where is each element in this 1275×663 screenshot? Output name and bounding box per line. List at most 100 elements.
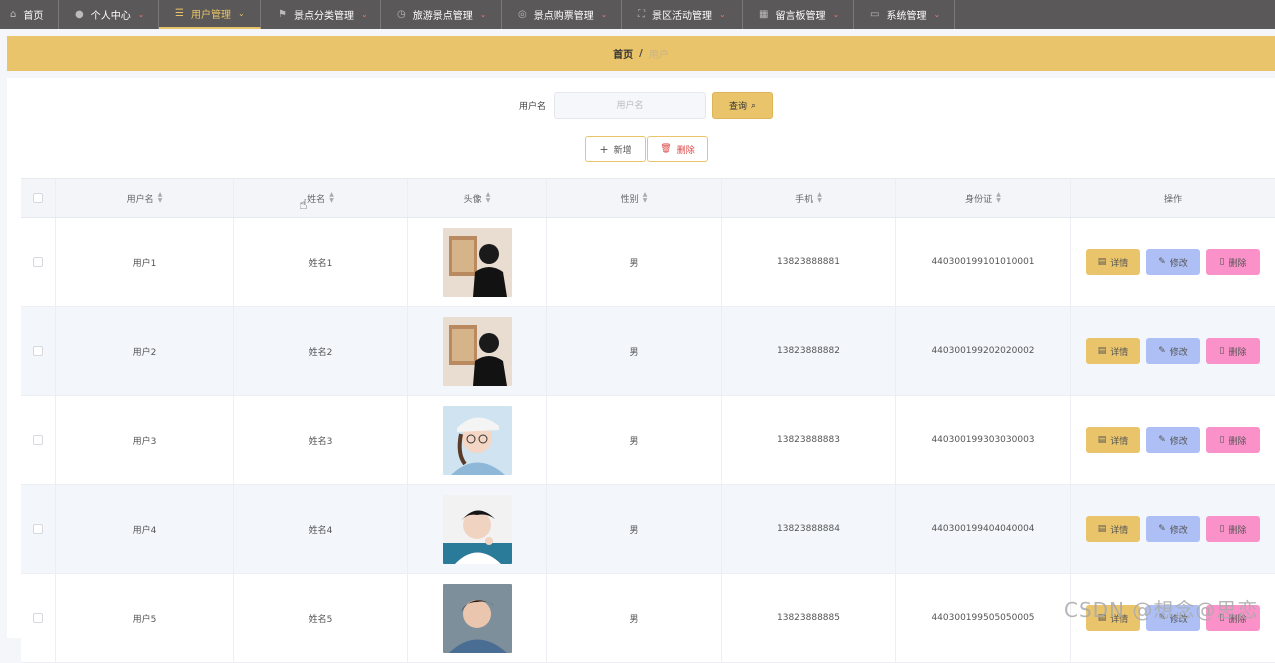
nav-item-activity-management[interactable]: ⛶ 景区活动管理 ⌄ (622, 0, 743, 29)
cell-text: 男 (629, 436, 639, 447)
cell-idcard: 440300199101010001 (896, 218, 1071, 306)
detail-label: 详情 (1110, 436, 1129, 447)
delete-button[interactable]: ▯ 删除 (1206, 516, 1260, 542)
nav-item-message-board[interactable]: ▦ 留言板管理 ⌄ (743, 0, 854, 29)
delete-label: 删除 (1228, 436, 1247, 447)
cell-text: 440300199303030003 (931, 435, 1035, 445)
cell-username: 用户5 (56, 574, 234, 662)
cell-text: 用户1 (132, 258, 157, 269)
row-checkbox[interactable] (33, 257, 43, 267)
cell-name: 姓名2 (234, 307, 408, 395)
nav-item-ticket-management[interactable]: ◎ 景点购票管理 ⌄ (502, 0, 622, 29)
table-row: 用户3 姓名3 男 13823888883 440300199303030003 ▤ 详情 ✎… (21, 396, 1275, 485)
edit-label: 修改 (1169, 258, 1188, 269)
table-header: 用户名 ▲ ▼ 姓名 ▲ ▼ 头像 ▲ ▼ 性别 ▲ ▼ 手机 ▲ ▼ 身份证 ▲ ▼ 操作 (21, 178, 1275, 218)
home-icon: ⌂ (10, 9, 17, 20)
row-checkbox[interactable] (33, 524, 43, 534)
breadcrumb-home[interactable]: 首页 (613, 46, 633, 61)
nav-item-home[interactable]: ⌂ 首页 (0, 0, 59, 29)
cell-text: 13823888882 (777, 346, 840, 356)
cell-text: 用户2 (132, 347, 157, 358)
sort-icon[interactable]: ▲ ▼ (996, 192, 1001, 204)
cell-phone: 13823888883 (722, 396, 896, 484)
sort-icon[interactable]: ▲ ▼ (817, 192, 822, 204)
cell-text: 用户5 (132, 614, 157, 625)
row-actions: ▤ 详情 ✎ 修改 ▯ 删除 (1086, 516, 1260, 542)
table-row: 用户4 姓名4 男 13823888884 440300199404040004 ▤ 详情 ✎… (21, 485, 1275, 574)
avatar (442, 316, 512, 386)
sort-icon[interactable]: ▲ ▼ (158, 192, 163, 204)
trash-icon: ▯ (1219, 346, 1225, 356)
delete-button[interactable]: ▯ 删除 (1206, 427, 1260, 453)
row-select-cell (21, 218, 56, 306)
row-checkbox[interactable] (33, 435, 43, 445)
nav-item-tourist-spots[interactable]: ◷ 旅游景点管理 ⌄ (381, 0, 502, 29)
header-label: 用户名 (126, 194, 154, 205)
edit-label: 修改 (1169, 347, 1188, 358)
detail-button[interactable]: ▤ 详情 (1086, 338, 1140, 364)
search-icon: ⌕ (750, 100, 757, 111)
cell-gender: 男 (547, 307, 722, 395)
detail-label: 详情 (1110, 347, 1129, 358)
sort-icon[interactable]: ▲ ▼ (643, 192, 648, 204)
add-button[interactable]: + 新增 (585, 136, 646, 162)
user-icon: ● (75, 9, 84, 20)
cell-name: 姓名3 (234, 396, 408, 484)
document-icon: ▤ (1097, 435, 1107, 445)
nav-item-system-management[interactable]: ▭ 系统管理 ⌄ (854, 0, 955, 29)
header-label: 头像 (463, 194, 482, 205)
cell-idcard: 440300199303030003 (896, 396, 1071, 484)
cell-text: 男 (629, 525, 639, 536)
cell-text: 姓名1 (308, 258, 333, 269)
edit-button[interactable]: ✎ 修改 (1146, 516, 1200, 542)
cell-idcard: 440300199202020002 (896, 307, 1071, 395)
detail-button[interactable]: ▤ 详情 (1086, 516, 1140, 542)
nav-item-scenic-category[interactable]: ⚑ 景点分类管理 ⌄ (261, 0, 381, 29)
cell-gender: 男 (547, 574, 722, 662)
document-icon: ▤ (1097, 257, 1107, 267)
query-button-label: 查询 (728, 102, 747, 112)
pencil-icon: ✎ (1158, 435, 1166, 445)
edit-button[interactable]: ✎ 修改 (1146, 338, 1200, 364)
detail-button[interactable]: ▤ 详情 (1086, 249, 1140, 275)
delete-button[interactable]: ▯ 删除 (1206, 249, 1260, 275)
cell-gender: 男 (547, 485, 722, 573)
cell-text: 13823888881 (777, 257, 840, 267)
header-avatar[interactable]: 头像 ▲ ▼ (408, 179, 547, 217)
header-gender[interactable]: 性别 ▲ ▼ (547, 179, 722, 217)
header-phone[interactable]: 手机 ▲ ▼ (722, 179, 896, 217)
edit-button[interactable]: ✎ 修改 (1146, 427, 1200, 453)
cell-actions: ▤ 详情 ✎ 修改 ▯ 删除 (1071, 485, 1275, 573)
chevron-down-icon: ⌄ (360, 10, 368, 19)
chevron-down-icon: ⌄ (832, 10, 840, 19)
chevron-down-icon: ⌄ (237, 9, 245, 18)
detail-button[interactable]: ▤ 详情 (1086, 427, 1140, 453)
row-actions: ▤ 详情 ✎ 修改 ▯ 删除 (1086, 338, 1260, 364)
row-checkbox[interactable] (33, 613, 43, 623)
header-name[interactable]: 姓名 ▲ ▼ (234, 179, 408, 217)
row-checkbox[interactable] (33, 346, 43, 356)
edit-button[interactable]: ✎ 修改 (1146, 249, 1200, 275)
hand-cursor-icon: ☝ (299, 197, 308, 213)
search-input[interactable] (554, 92, 706, 119)
nav-item-personal-center[interactable]: ● 个人中心 ⌄ (59, 0, 159, 29)
header-label: 手机 (795, 194, 814, 205)
header-username[interactable]: 用户名 ▲ ▼ (56, 179, 234, 217)
cell-text: 440300199505050005 (931, 613, 1035, 623)
pencil-icon: ✎ (1158, 524, 1166, 534)
sort-icon[interactable]: ▲ ▼ (329, 192, 334, 204)
query-button[interactable]: 查询 ⌕ (712, 92, 773, 119)
cell-text: 440300199404040004 (931, 524, 1035, 534)
batch-delete-button[interactable]: 🗑︎ 删除 (647, 136, 708, 162)
list-icon: ☰ (175, 8, 184, 19)
cell-name: 姓名4 (234, 485, 408, 573)
header-idcard[interactable]: 身份证 ▲ ▼ (896, 179, 1071, 217)
delete-button[interactable]: ▯ 删除 (1206, 338, 1260, 364)
sort-icon[interactable]: ▲ ▼ (486, 192, 491, 204)
nav-item-user-management[interactable]: ☰ 用户管理 ⌄ (159, 0, 261, 29)
bank-icon: ▦ (759, 9, 769, 20)
plus-icon: + (599, 142, 609, 156)
detail-label: 详情 (1110, 258, 1129, 269)
cell-text: 13823888885 (777, 613, 840, 623)
select-all-checkbox[interactable] (33, 193, 43, 203)
